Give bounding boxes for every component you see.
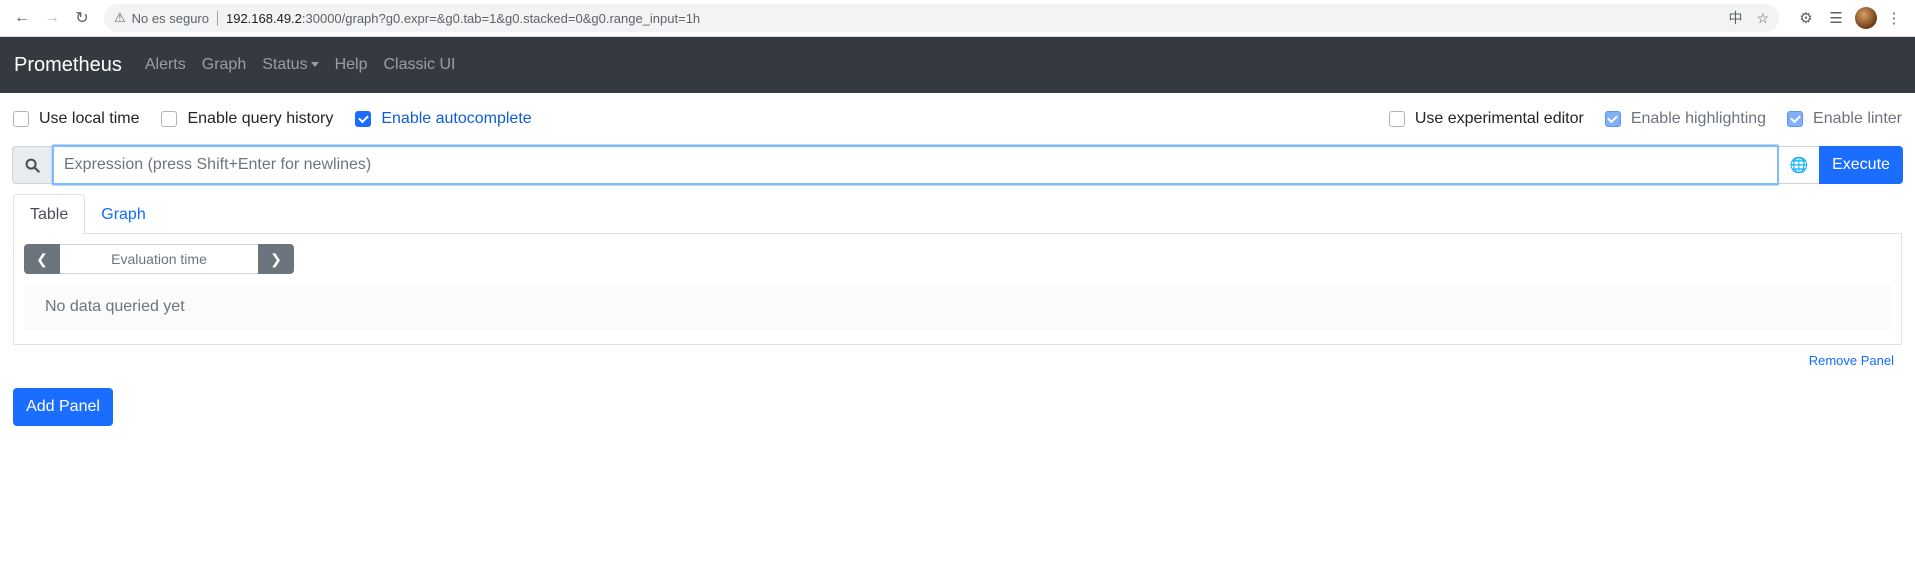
checkbox-enable-highlighting[interactable] bbox=[1604, 111, 1621, 127]
media-playlist-icon[interactable]: ☰ bbox=[1823, 5, 1849, 31]
option-label: Use local time bbox=[39, 110, 140, 127]
remove-panel-link[interactable]: Remove Panel bbox=[1809, 353, 1894, 368]
nav-dropdown-status[interactable]: Status bbox=[262, 56, 319, 74]
option-enable-linter[interactable]: Enable linter bbox=[1787, 110, 1902, 128]
panel-tabs: Table Graph bbox=[13, 194, 1902, 235]
query-options-row: Use local time Enable query history Enab… bbox=[0, 93, 1915, 145]
option-label: Enable autocomplete bbox=[381, 110, 532, 127]
reload-icon[interactable]: ↻ bbox=[68, 4, 96, 32]
evaluation-time-input[interactable]: Evaluation time bbox=[60, 244, 258, 274]
execute-button[interactable]: Execute bbox=[1819, 146, 1903, 184]
browser-menu-icon[interactable]: ⋮ bbox=[1881, 5, 1907, 31]
metrics-explorer-globe-icon[interactable]: 🌐 bbox=[1779, 146, 1819, 184]
expression-input[interactable] bbox=[52, 145, 1779, 185]
option-label: Enable linter bbox=[1813, 110, 1902, 127]
option-enable-autocomplete[interactable]: Enable autocomplete bbox=[355, 110, 532, 128]
option-enable-query-history[interactable]: Enable query history bbox=[161, 110, 333, 128]
tab-graph[interactable]: Graph bbox=[85, 194, 161, 235]
checkbox-enable-query-history[interactable] bbox=[161, 111, 178, 127]
forward-arrow-icon[interactable]: → bbox=[38, 4, 66, 32]
option-label: Enable highlighting bbox=[1630, 110, 1767, 127]
checkbox-use-local-time[interactable] bbox=[13, 111, 29, 127]
checkbox-use-experimental-editor[interactable] bbox=[1388, 111, 1405, 127]
chevron-right-icon[interactable]: ❯ bbox=[258, 244, 294, 274]
no-data-message: No data queried yet bbox=[24, 284, 1891, 330]
search-icon bbox=[12, 146, 52, 184]
url-host: 192.168.49.2 bbox=[225, 10, 302, 26]
table-panel: ❮ Evaluation time ❯ No data queried yet bbox=[13, 234, 1902, 345]
caret-down-icon bbox=[310, 62, 319, 68]
nav-status-label: Status bbox=[262, 56, 308, 73]
expression-row: 🌐 Execute bbox=[12, 145, 1903, 185]
option-use-local-time[interactable]: Use local time bbox=[13, 110, 139, 128]
profile-avatar[interactable] bbox=[1855, 7, 1877, 29]
option-label: Enable query history bbox=[187, 110, 334, 127]
brand-logo[interactable]: Prometheus bbox=[14, 54, 122, 77]
translate-icon[interactable]: 中 bbox=[1728, 8, 1742, 28]
bookmark-star-icon[interactable]: ☆ bbox=[1756, 10, 1769, 27]
checkbox-enable-autocomplete[interactable] bbox=[355, 111, 372, 127]
app-navbar: Prometheus Alerts Graph Status Help Clas… bbox=[0, 37, 1915, 93]
address-bar[interactable]: ⚠ No es seguro 192.168.49.2 :30000/graph… bbox=[104, 4, 1779, 32]
nav-link-classic-ui[interactable]: Classic UI bbox=[383, 56, 455, 74]
evaluation-time-picker: ❮ Evaluation time ❯ bbox=[24, 244, 294, 274]
extensions-puzzle-icon[interactable]: ⚙ bbox=[1793, 5, 1819, 31]
add-panel-button[interactable]: Add Panel bbox=[13, 388, 113, 426]
nav-link-alerts[interactable]: Alerts bbox=[145, 56, 186, 74]
option-label: Use experimental editor bbox=[1414, 110, 1584, 127]
nav-link-help[interactable]: Help bbox=[335, 56, 368, 74]
tab-table[interactable]: Table bbox=[13, 194, 86, 235]
back-arrow-icon[interactable]: ← bbox=[8, 4, 36, 32]
checkbox-enable-linter[interactable] bbox=[1787, 111, 1804, 127]
remove-panel-row: Remove Panel bbox=[0, 345, 1915, 374]
nav-link-graph[interactable]: Graph bbox=[202, 56, 246, 74]
url-path: :30000/graph?g0.expr=&g0.tab=1&g0.stacke… bbox=[301, 10, 701, 26]
option-use-experimental-editor[interactable]: Use experimental editor bbox=[1388, 110, 1584, 128]
warning-icon: ⚠ bbox=[114, 10, 126, 25]
chevron-left-icon[interactable]: ❮ bbox=[24, 244, 60, 274]
option-enable-highlighting[interactable]: Enable highlighting bbox=[1604, 110, 1767, 128]
browser-toolbar: ← → ↻ ⚠ No es seguro 192.168.49.2 :30000… bbox=[0, 0, 1915, 37]
security-indicator[interactable]: No es seguro bbox=[132, 10, 218, 26]
